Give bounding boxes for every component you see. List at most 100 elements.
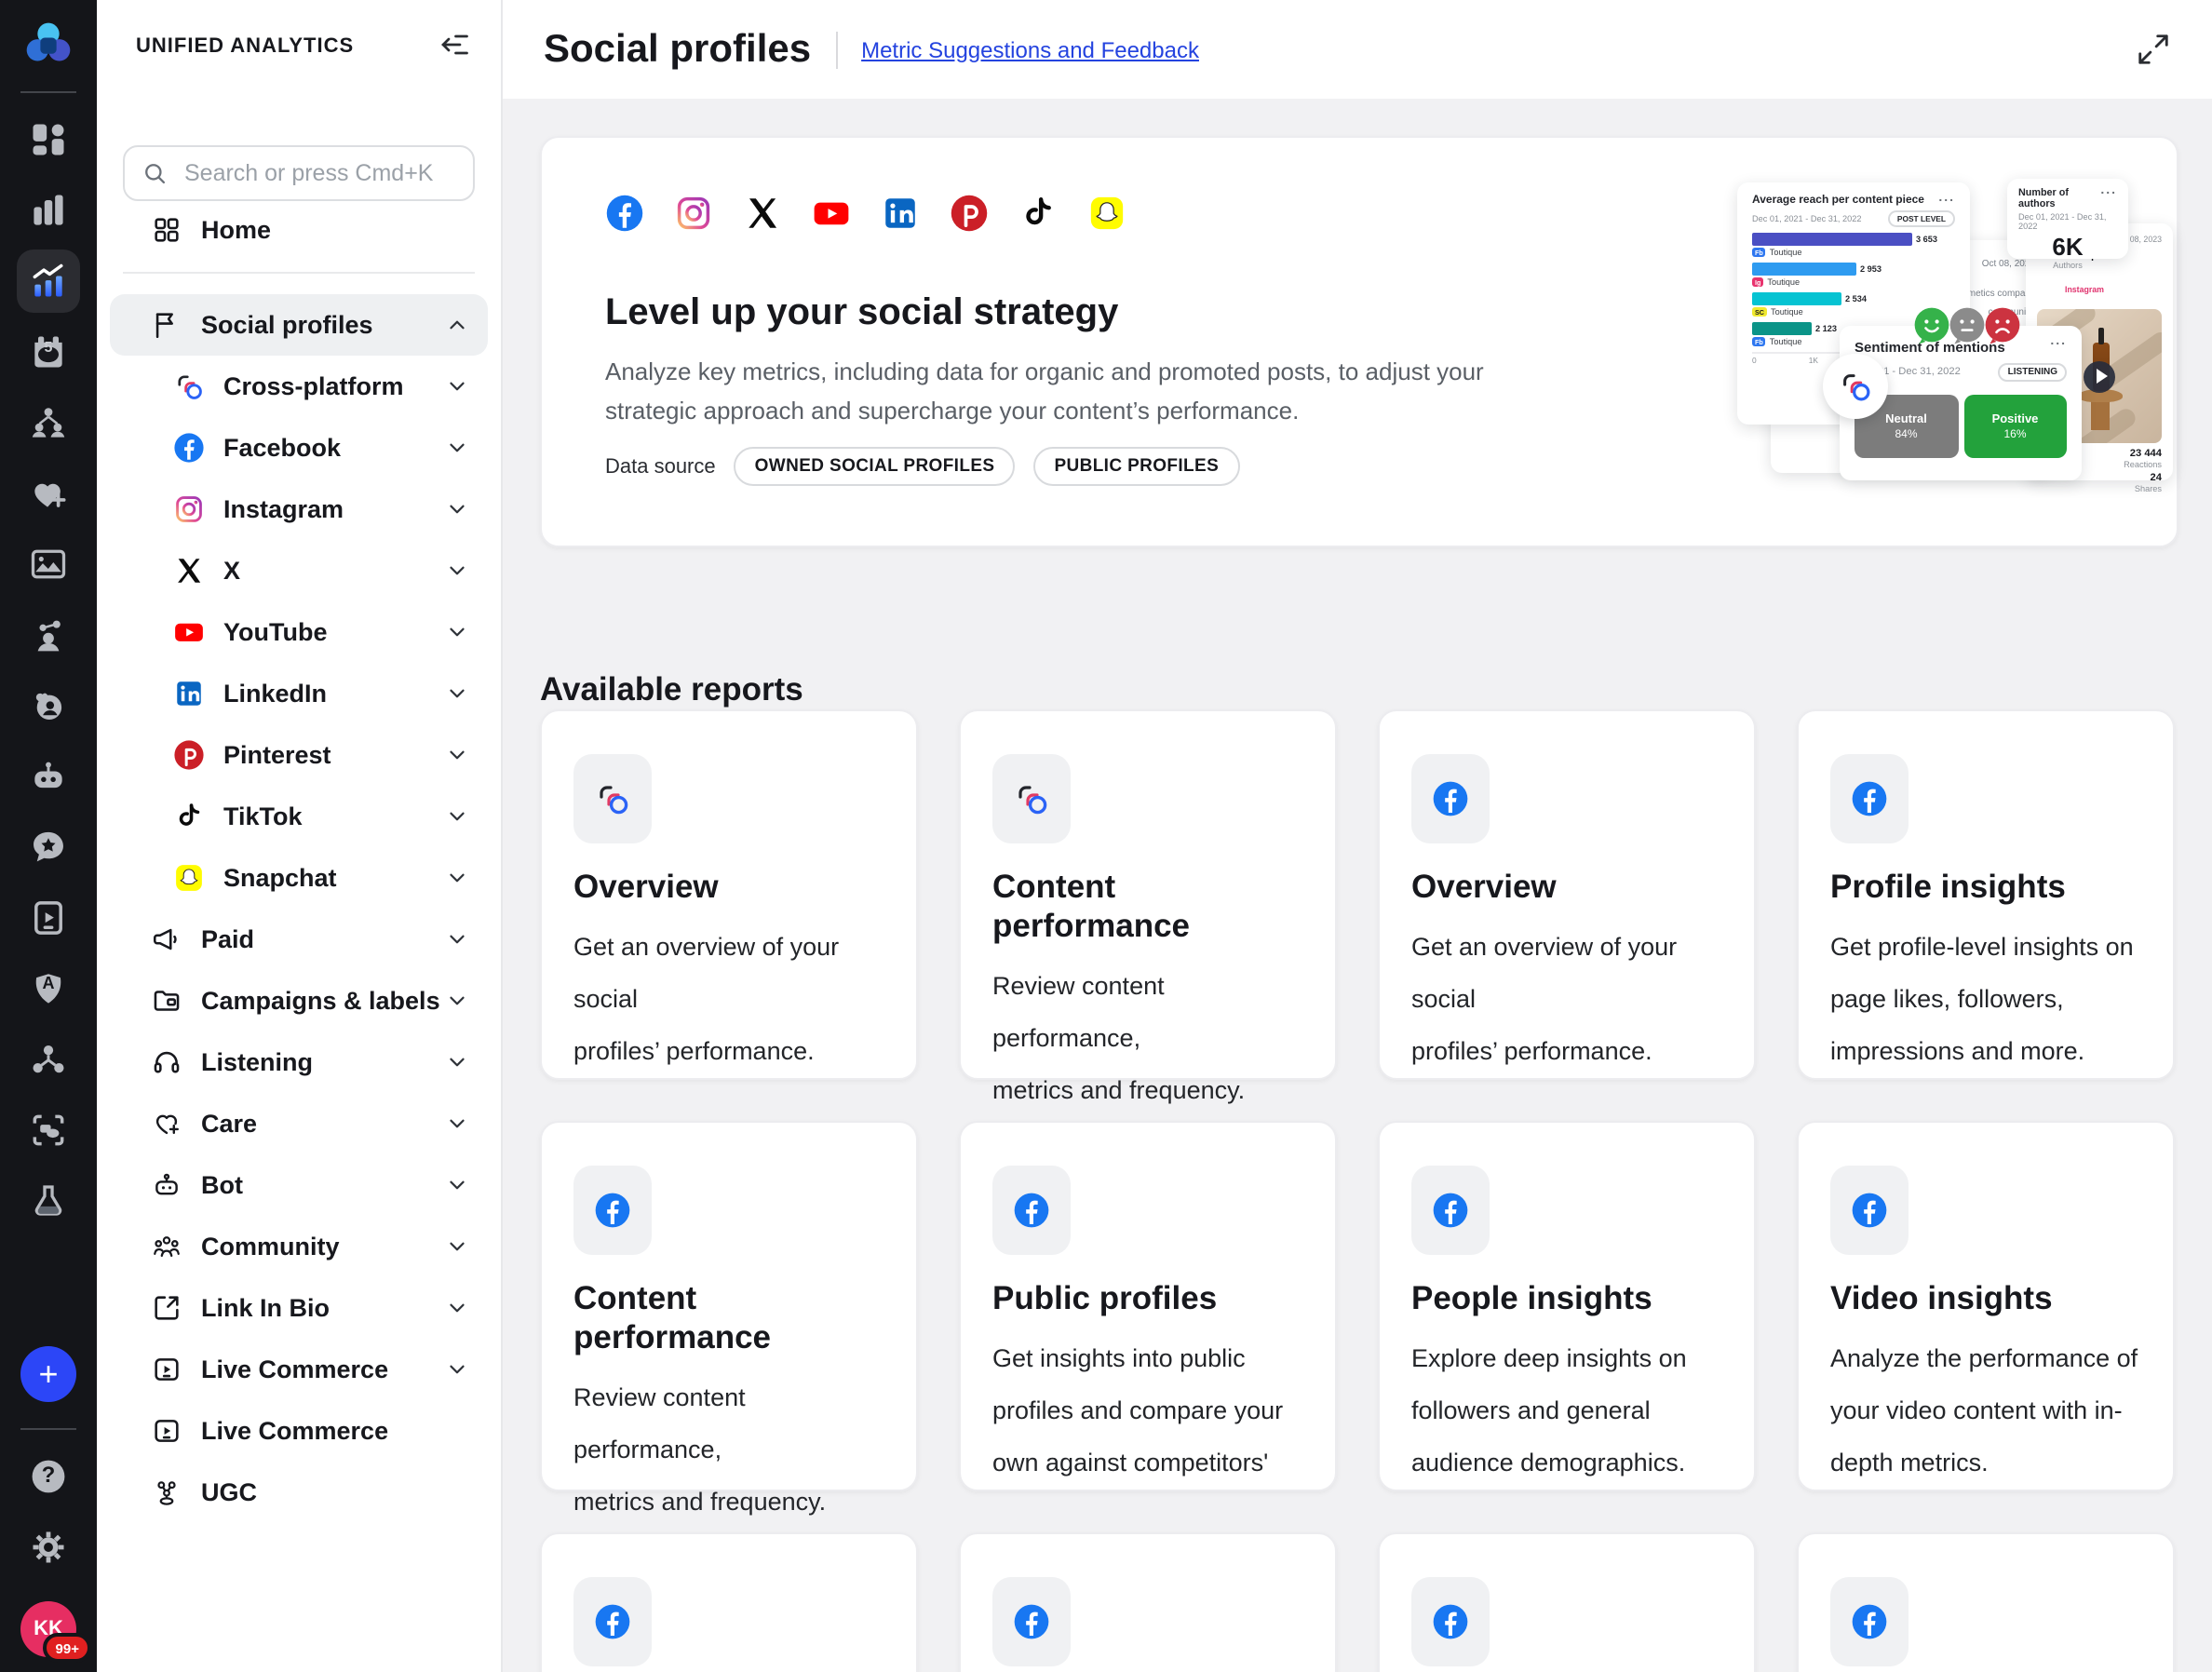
- chevron-down-icon[interactable]: [445, 559, 469, 583]
- chevron-down-icon[interactable]: [445, 436, 469, 460]
- sidebar-item-campaigns-labels[interactable]: Campaigns & labels: [110, 970, 488, 1032]
- instagram-icon: [674, 194, 713, 233]
- report-card-overview-cross-platform[interactable]: Overview Get an overview of yoursocialpr…: [540, 709, 918, 1080]
- sidebar-item-instagram[interactable]: Instagram: [110, 479, 488, 540]
- sidebar-item-community[interactable]: Community: [110, 1216, 488, 1277]
- report-card-partial-1[interactable]: [540, 1532, 918, 1672]
- expand-icon[interactable]: [2136, 32, 2171, 67]
- chevron-down-icon[interactable]: [445, 1357, 469, 1382]
- rail-divider-bottom: [20, 1428, 76, 1430]
- chevron-down-icon[interactable]: [445, 497, 469, 521]
- sidebar-item-listening[interactable]: Listening: [110, 1032, 488, 1093]
- notification-badge: 99+: [44, 1633, 91, 1663]
- sentiment-emoji-icons: [1916, 305, 2022, 344]
- report-card-content-performance-facebook[interactable]: Content performance Review contentperfor…: [540, 1121, 918, 1491]
- sidebar-item-pinterest[interactable]: Pinterest: [110, 724, 488, 786]
- chevron-down-icon[interactable]: [445, 374, 469, 398]
- bot-icon[interactable]: [28, 756, 69, 797]
- report-card-video-insights[interactable]: Video insights Analyze the performance o…: [1797, 1121, 2175, 1491]
- bar-chart-icon[interactable]: [28, 190, 69, 231]
- heart-plus-icon[interactable]: [28, 473, 69, 514]
- sidebar-item-paid[interactable]: Paid: [110, 909, 488, 970]
- settings-gear-icon[interactable]: [28, 1527, 69, 1568]
- report-card-partial-3[interactable]: [1378, 1532, 1756, 1672]
- sentiment-positive-block: Positive 16%: [1963, 395, 2067, 458]
- chevron-down-icon[interactable]: [445, 620, 469, 644]
- sidebar-item-youtube[interactable]: YouTube: [110, 601, 488, 663]
- sidebar-item-live-commerce-2[interactable]: Live Commerce: [110, 1400, 488, 1462]
- report-card-people-insights[interactable]: People insights Explore deep insights on…: [1378, 1121, 1756, 1491]
- app-logo-icon[interactable]: [22, 19, 74, 71]
- org-chart-icon[interactable]: [28, 402, 69, 443]
- image-icon[interactable]: [28, 544, 69, 585]
- shield-letter: A: [28, 974, 69, 992]
- sidebar-item-linkedin[interactable]: LinkedIn: [110, 663, 488, 724]
- x-icon: [171, 554, 205, 587]
- star-bubble-icon[interactable]: [28, 827, 69, 868]
- chevron-down-icon[interactable]: [445, 1234, 469, 1259]
- sidebar-item-link-in-bio[interactable]: Link In Bio: [110, 1277, 488, 1339]
- video-play-icon: [149, 1414, 182, 1448]
- facebook-icon: [573, 1577, 652, 1666]
- create-new-button[interactable]: +: [20, 1346, 76, 1402]
- chevron-down-icon[interactable]: [445, 1296, 469, 1320]
- chip-owned-social-profiles[interactable]: OWNED SOCIAL PROFILES: [735, 447, 1016, 486]
- headphones-icon: [149, 1045, 182, 1079]
- flask-icon[interactable]: [28, 1180, 69, 1221]
- sad-face-icon: [1983, 305, 2022, 344]
- report-card-content-performance-cross-platform[interactable]: Content performance Review contentperfor…: [959, 709, 1337, 1080]
- video-play-icon: [149, 1353, 182, 1386]
- facebook-icon: [573, 1166, 652, 1255]
- chevron-down-icon[interactable]: [445, 927, 469, 951]
- sidebar-item-tiktok[interactable]: TikTok: [110, 786, 488, 847]
- report-card-profile-insights[interactable]: Profile insights Get profile-level insig…: [1797, 709, 2175, 1080]
- cluster-icon[interactable]: [28, 1039, 69, 1080]
- collapse-sidebar-icon[interactable]: [438, 28, 471, 61]
- user-avatar[interactable]: KK 99+: [20, 1601, 76, 1657]
- cross-platform-icon: [171, 370, 205, 403]
- sidebar-item-facebook[interactable]: Facebook: [110, 417, 488, 479]
- chevron-down-icon[interactable]: [445, 804, 469, 829]
- illustration-authors-card: Number of authors ... Dec 01, 2021 - Dec…: [2007, 179, 2128, 259]
- shield-a-icon[interactable]: A: [28, 968, 69, 1009]
- report-card-partial-4[interactable]: [1797, 1532, 2175, 1672]
- chevron-down-icon[interactable]: [445, 1173, 469, 1197]
- report-card-public-profiles[interactable]: Public profiles Get insights into public…: [959, 1121, 1337, 1491]
- analytics-active-icon[interactable]: [17, 249, 80, 313]
- chevron-down-icon[interactable]: [445, 743, 469, 767]
- metric-suggestions-link[interactable]: Metric Suggestions and Feedback: [861, 36, 1199, 62]
- dashboard-grid-icon[interactable]: [28, 119, 69, 160]
- chevron-up-icon[interactable]: [445, 313, 469, 337]
- help-icon[interactable]: ?: [28, 1456, 69, 1497]
- facebook-icon: [992, 1166, 1071, 1255]
- menu-dots-icon: ...: [2050, 339, 2067, 346]
- sidebar-item-cross-platform[interactable]: Cross-platform: [110, 356, 488, 417]
- person-heart-icon[interactable]: [28, 685, 69, 726]
- chip-public-profiles[interactable]: PUBLIC PROFILES: [1033, 447, 1239, 486]
- sidebar-item-social-profiles[interactable]: Social profiles: [110, 294, 488, 356]
- sidebar-item-bot[interactable]: Bot: [110, 1154, 488, 1216]
- app-rail: 5 A + ? KK 99+: [0, 0, 97, 1672]
- search-box[interactable]: [123, 145, 475, 201]
- chevron-down-icon[interactable]: [445, 989, 469, 1013]
- header-separator: [835, 31, 837, 68]
- tablet-play-icon[interactable]: [28, 897, 69, 938]
- sidebar-item-home[interactable]: Home: [112, 197, 486, 261]
- chevron-down-icon[interactable]: [445, 1050, 469, 1074]
- sidebar-item-care[interactable]: Care: [110, 1093, 488, 1154]
- report-card-partial-2[interactable]: [959, 1532, 1337, 1672]
- calendar-icon[interactable]: 5: [28, 331, 69, 372]
- sidebar-item-x[interactable]: X: [110, 540, 488, 601]
- report-card-overview-facebook[interactable]: Overview Get an overview of yoursocialpr…: [1378, 709, 1756, 1080]
- chevron-down-icon[interactable]: [445, 681, 469, 706]
- chevron-down-icon[interactable]: [445, 866, 469, 890]
- chevron-down-icon[interactable]: [445, 1112, 469, 1136]
- search-input[interactable]: [181, 158, 456, 188]
- sidebar-item-snapchat[interactable]: Snapchat: [110, 847, 488, 909]
- sidebar-item-live-commerce[interactable]: Live Commerce: [110, 1339, 488, 1400]
- home-grid-icon: [149, 212, 182, 246]
- person-network-icon[interactable]: [28, 614, 69, 655]
- sidebar-item-ugc[interactable]: UGC: [110, 1462, 488, 1523]
- tiktok-icon: [1018, 194, 1058, 233]
- object-scan-icon[interactable]: [28, 1110, 69, 1151]
